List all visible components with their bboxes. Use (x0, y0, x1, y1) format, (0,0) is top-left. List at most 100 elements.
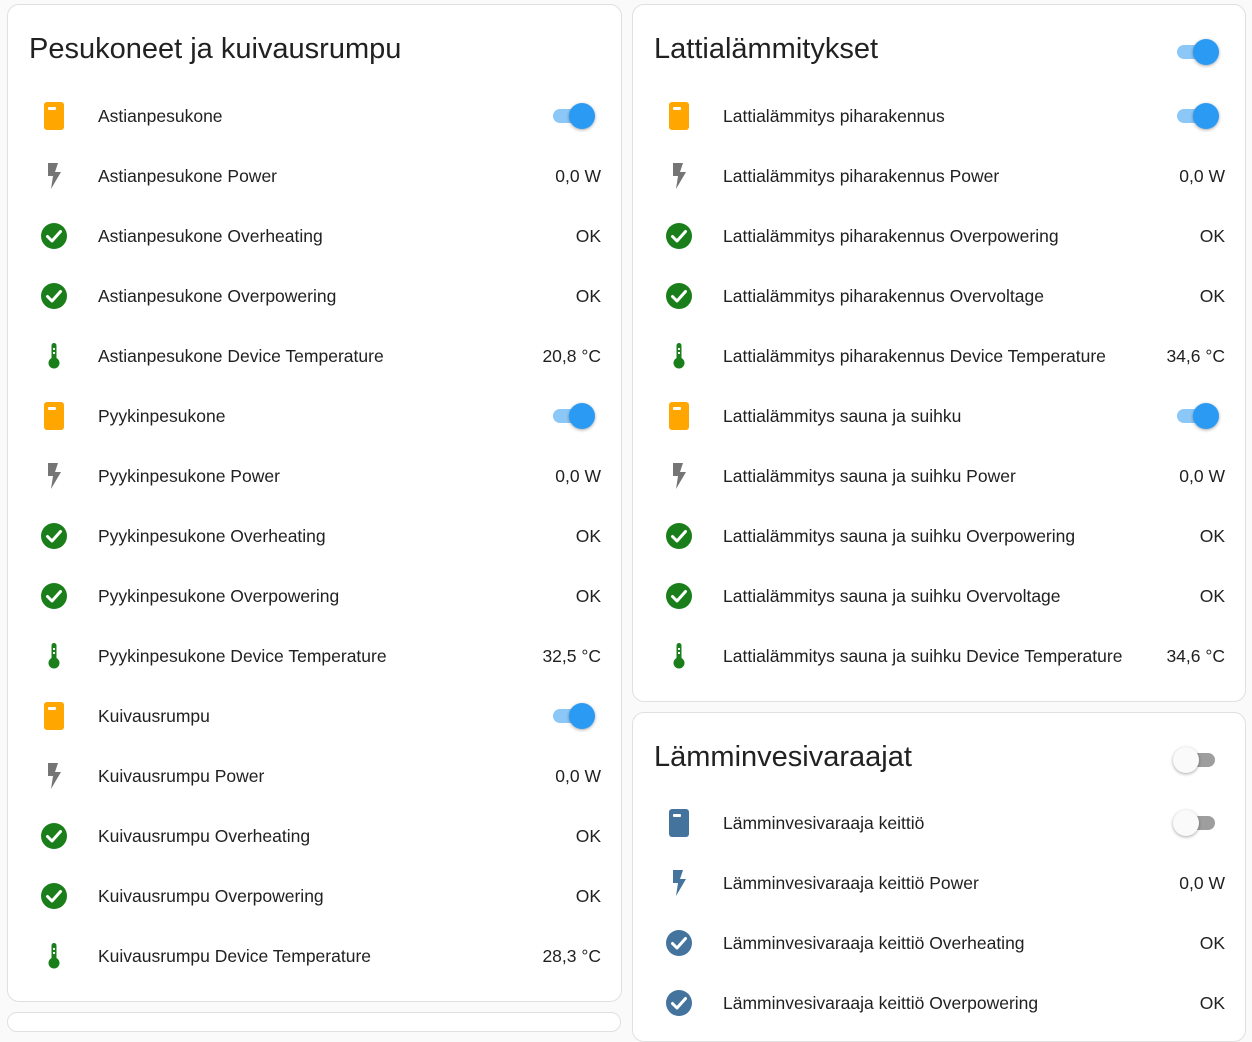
entity-name: Pyykinpesukone Device Temperature (98, 645, 387, 666)
entity-toggle[interactable] (549, 703, 595, 729)
entity-row-switch[interactable]: Kuivausrumpu (8, 686, 621, 746)
entity-state: OK (575, 285, 601, 306)
entity-name: Kuivausrumpu Power (98, 765, 265, 786)
entity-state: OK (575, 885, 601, 906)
entity-row[interactable]: Astianpesukone Overpowering OK (8, 266, 621, 326)
entity-row[interactable]: Lämminvesivaraaja keittiö Overpowering OK (633, 973, 1245, 1033)
entity-row[interactable]: Astianpesukone Overheating OK (8, 206, 621, 266)
entity-state: 20,8 °C (542, 345, 601, 366)
thermometer-icon (34, 936, 74, 976)
check-circle-icon (659, 516, 699, 556)
entity-name: Kuivausrumpu Device Temperature (98, 945, 372, 966)
entity-name: Kuivausrumpu Overheating (98, 825, 311, 846)
check-circle-icon (659, 276, 699, 316)
entity-row[interactable]: Kuivausrumpu Device Temperature 28,3 °C (8, 926, 621, 986)
thermometer-icon (34, 636, 74, 676)
entity-toggle[interactable] (1173, 103, 1219, 129)
appliance-icon (659, 96, 699, 136)
entity-name: Lattialämmitys sauna ja suihku (723, 405, 962, 426)
entity-row-switch[interactable]: Lattialämmitys sauna ja suihku (633, 386, 1245, 446)
entity-state: 28,3 °C (542, 945, 601, 966)
header-toggle[interactable] (1173, 747, 1219, 773)
entity-row-switch[interactable]: Lattialämmitys piharakennus (633, 86, 1245, 146)
entity-row[interactable]: Kuivausrumpu Overheating OK (8, 806, 621, 866)
entity-row[interactable]: Astianpesukone Power 0,0 W (8, 146, 621, 206)
entity-row[interactable]: Lattialämmitys sauna ja suihku Device Te… (633, 626, 1245, 686)
entity-name: Lattialämmitys piharakennus Overpowering (723, 225, 1059, 246)
entity-row[interactable]: Lattialämmitys sauna ja suihku Overvolta… (633, 566, 1245, 626)
entity-state: OK (1199, 585, 1225, 606)
entity-row[interactable]: Pyykinpesukone Overheating OK (8, 506, 621, 566)
entity-name: Kuivausrumpu (98, 705, 210, 726)
appliance-icon (34, 696, 74, 736)
entity-row[interactable]: Lattialämmitys piharakennus Power 0,0 W (633, 146, 1245, 206)
entity-toggle[interactable] (1173, 810, 1219, 836)
entity-row[interactable]: Lämminvesivaraaja keittiö Overheating OK (633, 913, 1245, 973)
entity-state: 0,0 W (1179, 872, 1225, 893)
card-title: Lämminvesivaraajat (654, 741, 912, 773)
appliance-icon (659, 396, 699, 436)
check-circle-icon (34, 576, 74, 616)
entity-state: 0,0 W (1179, 165, 1225, 186)
entity-row-switch[interactable]: Lämminvesivaraaja keittiö (633, 793, 1245, 853)
entity-name: Pyykinpesukone Overpowering (98, 585, 340, 606)
entity-name: Kuivausrumpu Overpowering (98, 885, 324, 906)
entity-row[interactable]: Kuivausrumpu Power 0,0 W (8, 746, 621, 806)
entity-row[interactable]: Lattialämmitys piharakennus Overvoltage O… (633, 266, 1245, 326)
entity-state: 32,5 °C (542, 645, 601, 666)
entity-toggle[interactable] (549, 103, 595, 129)
entity-row[interactable]: Lattialämmitys piharakennus Device Tempe… (633, 326, 1245, 386)
entity-name: Astianpesukone Overheating (98, 225, 323, 246)
lightning-icon (659, 156, 699, 196)
entity-name: Astianpesukone Device Temperature (98, 345, 384, 366)
header-toggle[interactable] (1173, 39, 1219, 65)
entity-row[interactable]: Lattialämmitys sauna ja suihku Power 0,0 … (633, 446, 1245, 506)
entity-toggle[interactable] (549, 403, 595, 429)
card-title: Lattialämmitykset (654, 33, 879, 65)
entity-row[interactable]: Lattialämmitys piharakennus Overpowering… (633, 206, 1245, 266)
entity-name: Astianpesukone Power (98, 165, 277, 186)
entity-toggle[interactable] (1173, 403, 1219, 429)
toggle-knob (1173, 810, 1199, 836)
entity-state: 0,0 W (555, 165, 601, 186)
entity-name: Astianpesukone Overpowering (98, 285, 337, 306)
check-circle-icon (659, 983, 699, 1023)
entity-state: OK (1199, 285, 1225, 306)
card-lattialammitykset: Lattialämmitykset Lattialämmitys piharak… (632, 4, 1246, 702)
entity-name: Lattialämmitys piharakennus (723, 105, 945, 126)
entity-row[interactable]: Pyykinpesukone Device Temperature 32,5 °C (8, 626, 621, 686)
entity-name: Pyykinpesukone Power (98, 465, 280, 486)
entity-state: OK (1199, 992, 1225, 1013)
entity-state: OK (575, 525, 601, 546)
entity-row[interactable]: Lattialämmitys sauna ja suihku Overpower… (633, 506, 1245, 566)
check-circle-icon (659, 216, 699, 256)
entity-name: Lattialämmitys sauna ja suihku Device Te… (723, 645, 1123, 666)
check-circle-icon (34, 816, 74, 856)
entity-row[interactable]: Kuivausrumpu Overpowering OK (8, 866, 621, 926)
lightning-icon (34, 156, 74, 196)
entity-row-switch[interactable]: Astianpesukone (8, 86, 621, 146)
entity-state: OK (575, 825, 601, 846)
entity-row-switch[interactable]: Pyykinpesukone (8, 386, 621, 446)
appliance-icon (34, 96, 74, 136)
toggle-knob (569, 103, 595, 129)
entity-name: Lattialämmitys sauna ja suihku Overpower… (723, 525, 1076, 546)
toggle-knob (1193, 103, 1219, 129)
card-title: Pesukoneet ja kuivausrumpu (29, 33, 402, 65)
check-circle-icon (659, 923, 699, 963)
entity-name: Astianpesukone (98, 105, 223, 126)
entity-state: OK (1199, 225, 1225, 246)
entity-state: 0,0 W (555, 465, 601, 486)
toggle-knob (1173, 747, 1199, 773)
entity-name: Pyykinpesukone (98, 405, 226, 426)
entity-name: Lattialämmitys piharakennus Overvoltage (723, 285, 1044, 306)
entity-row[interactable]: Pyykinpesukone Power 0,0 W (8, 446, 621, 506)
entity-state: 34,6 °C (1166, 345, 1225, 366)
entity-state: OK (1199, 525, 1225, 546)
card-lamminvesivaraajat: Lämminvesivaraajat Lämminvesivaraaja kei… (632, 712, 1246, 1042)
entity-row[interactable]: Astianpesukone Device Temperature 20,8 °C (8, 326, 621, 386)
entity-name: Lämminvesivaraaja keittiö Power (723, 872, 979, 893)
entity-name: Lattialämmitys piharakennus Power (723, 165, 1000, 186)
entity-row[interactable]: Pyykinpesukone Overpowering OK (8, 566, 621, 626)
entity-row[interactable]: Lämminvesivaraaja keittiö Power 0,0 W (633, 853, 1245, 913)
